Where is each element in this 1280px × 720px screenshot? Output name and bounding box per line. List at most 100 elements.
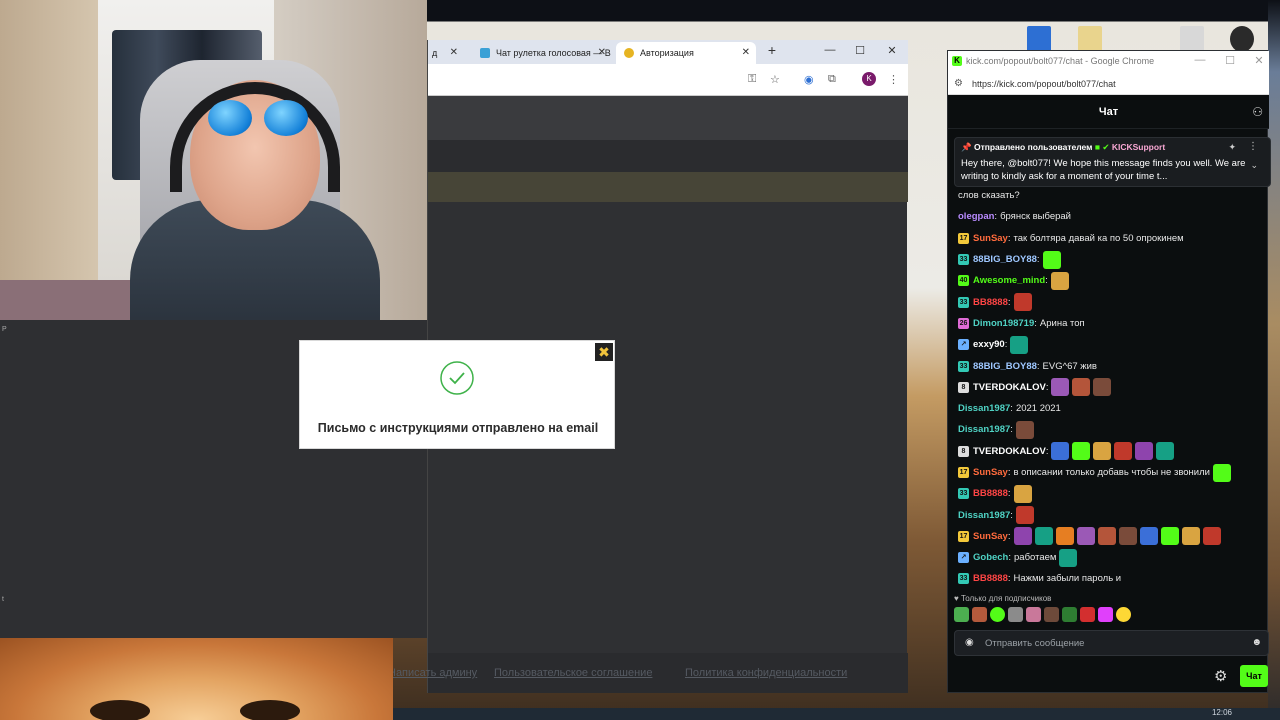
chat-separator: :	[1045, 275, 1048, 287]
more-options-icon[interactable]: ⋮	[1248, 141, 1258, 152]
chat-message-list: слов сказать? olegpan: брянск выберай 17 Sun…	[958, 185, 1268, 590]
tab-label: д	[432, 48, 438, 58]
desktop-file-icon[interactable]	[1180, 26, 1204, 52]
desktop-browser-icon[interactable]	[1230, 26, 1254, 52]
emote-icon[interactable]	[1062, 607, 1077, 622]
chat-username[interactable]: TVERDOKALOV	[973, 441, 1046, 462]
chat-message: 33 BB8888:	[958, 291, 1268, 312]
emote-icon[interactable]	[1026, 607, 1041, 622]
sub-badge-icon: 17	[958, 232, 969, 244]
chat-emote-icon	[1093, 378, 1112, 397]
chat-username[interactable]: SunSay	[973, 526, 1008, 547]
chat-message: Dissan1987:	[958, 504, 1268, 525]
chat-text: Арина топ	[1039, 317, 1085, 329]
emote-icon[interactable]	[972, 607, 987, 622]
chat-emote-icon	[1013, 293, 1032, 312]
emote-icon[interactable]	[1044, 607, 1059, 622]
pinned-message[interactable]: 📌 Отправлено пользователем ■ ✔ KICKSuppo…	[954, 137, 1271, 187]
footer-link-admin[interactable]: Написать админу	[388, 667, 477, 679]
pinned-message-header: 📌 Отправлено пользователем ■ ✔ KICKSuppo…	[961, 142, 1166, 152]
chat-header-title: Чат	[1098, 106, 1119, 118]
key-icon[interactable]: ⚿	[748, 73, 756, 86]
profile-avatar[interactable]: K	[862, 72, 876, 86]
menu-dots-icon[interactable]: ⋮	[888, 73, 899, 86]
chevron-down-icon[interactable]: ⌄	[1250, 160, 1258, 171]
new-tab-button[interactable]: +	[758, 42, 786, 58]
minimize-icon[interactable]: —	[816, 44, 844, 56]
chat-username[interactable]: 88BIG_BOY88	[973, 356, 1037, 377]
chat-emote-icon	[1076, 527, 1095, 546]
record-icon[interactable]: ◉	[965, 637, 974, 648]
minimize-icon[interactable]: —	[1186, 54, 1214, 66]
chat-emote-icon	[1097, 527, 1116, 546]
unpin-icon[interactable]: ✦	[1228, 142, 1236, 153]
chat-username[interactable]: BB8888	[973, 483, 1008, 504]
tab-chat-roulette[interactable]: Чат рулетка голосовая — В ✕	[472, 42, 612, 64]
chat-username[interactable]: Awesome_mind	[973, 270, 1045, 291]
chat-urlbar[interactable]: ⚙ https://kick.com/popout/bolt077/chat	[948, 73, 1269, 95]
chat-separator: :	[1007, 467, 1011, 478]
chat-send-button[interactable]: Чат	[1240, 665, 1268, 687]
maximize-icon[interactable]: ☐	[1216, 54, 1244, 67]
sub-badge-icon: 33	[958, 296, 969, 308]
footer-link-agreement[interactable]: Пользовательское соглашение	[494, 667, 652, 679]
chat-username[interactable]: SunSay	[973, 462, 1008, 483]
gear-icon[interactable]: ⚙	[1214, 667, 1227, 685]
extension-icon[interactable]: ◉	[804, 73, 814, 86]
chat-emote-icon	[1139, 527, 1158, 546]
close-window-icon[interactable]: ✕	[878, 44, 906, 57]
emote-icon[interactable]	[990, 607, 1005, 622]
chat-username[interactable]: Dissan1987	[958, 505, 1010, 526]
site-info-icon[interactable]: ⚙	[954, 78, 963, 89]
emote-icon[interactable]	[1116, 607, 1131, 622]
close-icon[interactable]: ✕	[742, 47, 750, 58]
chat-message: 33 88BIG_BOY88:	[958, 249, 1268, 270]
desktop-app-icon[interactable]	[1027, 26, 1051, 52]
chat-message: Dissan1987:	[958, 419, 1268, 440]
emote-icon[interactable]	[1008, 607, 1023, 622]
chat-separator: :	[1007, 573, 1011, 585]
chat-username[interactable]: SunSay	[973, 228, 1008, 249]
chat-emote-icon	[1118, 527, 1137, 546]
emote-icon[interactable]	[1098, 607, 1113, 622]
close-window-icon[interactable]: ✕	[1245, 54, 1273, 67]
chat-username[interactable]: exxy90	[973, 334, 1005, 355]
chat-username[interactable]: Dissan1987	[958, 398, 1010, 419]
chat-username[interactable]: Gobech	[973, 547, 1008, 568]
emote-icon[interactable]	[954, 607, 969, 622]
puzzle-icon[interactable]: ⧉	[828, 73, 836, 86]
chat-message: ↗ exxy90:	[958, 334, 1268, 355]
maximize-icon[interactable]: ☐	[846, 44, 874, 57]
heart-icon: ♥	[954, 594, 961, 603]
tab-authorization[interactable]: Авторизация ✕	[616, 42, 756, 64]
close-icon[interactable]: ✕	[598, 47, 606, 58]
modal-close-button[interactable]: ✖	[595, 343, 613, 361]
emoji-icon[interactable]: ☻	[1251, 637, 1262, 648]
chat-text: брянск выберай	[1000, 211, 1071, 223]
sub-badge-icon: 17	[958, 467, 969, 478]
chat-username[interactable]: BB8888	[973, 292, 1008, 313]
chat-emote-icon	[1059, 548, 1078, 567]
chat-username[interactable]: BB8888	[973, 568, 1008, 589]
chat-username[interactable]: TVERDOKALOV	[973, 377, 1046, 398]
chat-username[interactable]: Dissan1987	[958, 419, 1010, 440]
sub-badge-icon: 33	[958, 573, 969, 585]
chat-emote-icon	[1212, 463, 1231, 482]
close-icon[interactable]: ✕	[450, 47, 458, 58]
emote-icon[interactable]	[1080, 607, 1095, 622]
users-icon[interactable]: ⚇	[1252, 105, 1263, 119]
desktop-folder-icon[interactable]	[1078, 26, 1102, 52]
chat-username[interactable]: olegpan	[958, 206, 994, 227]
chat-emote-icon	[1135, 442, 1154, 461]
chat-username[interactable]: 88BIG_BOY88	[973, 249, 1037, 270]
bookmark-star-icon[interactable]: ☆	[770, 73, 780, 86]
footer-link-privacy[interactable]: Политика конфиденциальности	[685, 667, 847, 679]
chat-message: 33 88BIG_BOY88: EVG^67 жив	[958, 355, 1268, 376]
address-bar[interactable]: ⚿ ☆ ◉ ⧉ K ⋮	[428, 64, 908, 96]
tab-partial[interactable]: д ✕	[424, 42, 464, 64]
chat-emote-icon	[1051, 378, 1070, 397]
chat-header: Чат ⚇	[948, 95, 1269, 129]
chat-emote-icon	[1034, 527, 1053, 546]
chat-message-input[interactable]: ◉ Отправить сообщение ☻	[954, 630, 1269, 656]
chat-username[interactable]: Dimon198719	[973, 313, 1034, 334]
